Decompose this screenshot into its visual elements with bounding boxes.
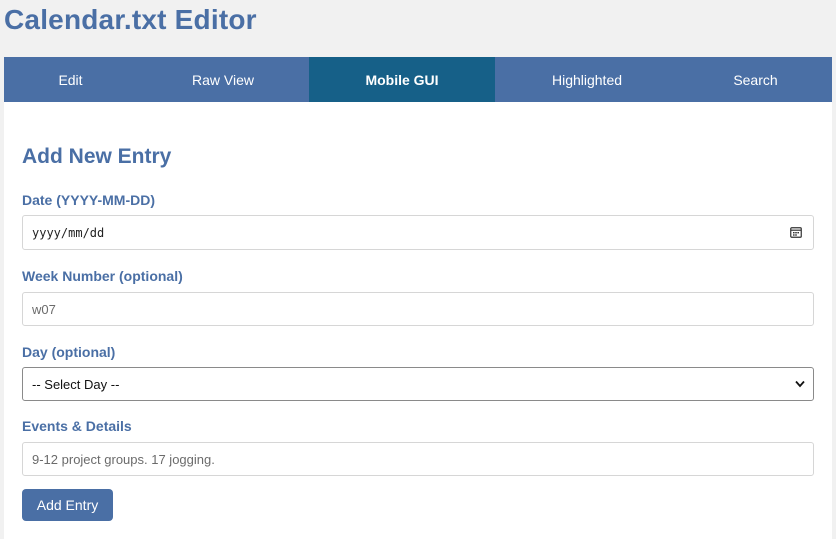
tab-bar: Edit Raw View Mobile GUI Highlighted Sea… bbox=[4, 57, 832, 102]
calendar-icon[interactable] bbox=[790, 226, 802, 238]
day-label: Day (optional) bbox=[22, 344, 116, 360]
date-input[interactable]: yyyy/mm/dd bbox=[22, 215, 814, 250]
date-placeholder: yyyy/mm/dd bbox=[32, 225, 105, 240]
week-label: Week Number (optional) bbox=[22, 268, 183, 284]
events-input[interactable]: 9-12 project groups. 17 jogging. bbox=[22, 442, 814, 476]
tab-highlighted[interactable]: Highlighted bbox=[495, 57, 679, 102]
day-selected-value: -- Select Day -- bbox=[32, 376, 120, 392]
add-entry-button[interactable]: Add Entry bbox=[22, 489, 113, 521]
events-label: Events & Details bbox=[22, 418, 132, 434]
week-placeholder: w07 bbox=[32, 301, 56, 317]
tab-raw-view[interactable]: Raw View bbox=[137, 57, 309, 102]
form-title: Add New Entry bbox=[22, 145, 172, 168]
events-placeholder: 9-12 project groups. 17 jogging. bbox=[32, 451, 215, 467]
app-title: Calendar.txt Editor bbox=[4, 4, 257, 35]
date-label: Date (YYYY-MM-DD) bbox=[22, 192, 156, 208]
mobile-gui-panel: Add New Entry Date (YYYY-MM-DD) yyyy/mm/… bbox=[4, 102, 832, 539]
week-input[interactable]: w07 bbox=[22, 292, 814, 326]
tab-edit[interactable]: Edit bbox=[4, 57, 137, 102]
day-select[interactable]: -- Select Day -- bbox=[22, 367, 814, 401]
chevron-down-icon bbox=[795, 380, 805, 388]
tab-mobile-gui[interactable]: Mobile GUI bbox=[309, 57, 495, 102]
tab-search[interactable]: Search bbox=[679, 57, 832, 102]
